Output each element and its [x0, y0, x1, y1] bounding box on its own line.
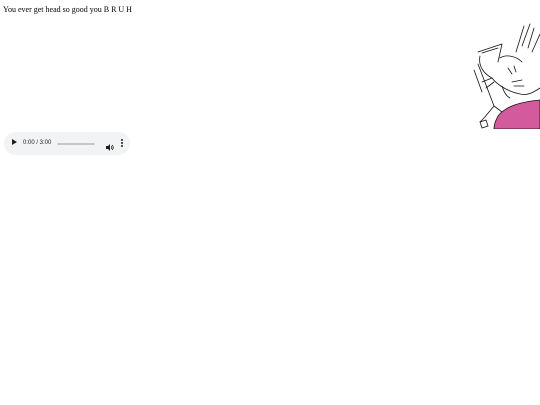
audio-player[interactable]: 0:00 / 3:00 — [4, 132, 130, 155]
page: You ever get head so good you B R U H 0:… — [0, 0, 540, 405]
seek-bar[interactable] — [57, 143, 95, 145]
volume-icon[interactable] — [105, 139, 114, 151]
cat-cartoon-image — [472, 22, 540, 129]
post-caption: You ever get head so good you B R U H — [3, 5, 132, 14]
time-display: 0:00 / 3:00 — [23, 140, 52, 146]
more-options-icon[interactable] — [120, 139, 124, 149]
play-icon[interactable] — [12, 139, 17, 145]
